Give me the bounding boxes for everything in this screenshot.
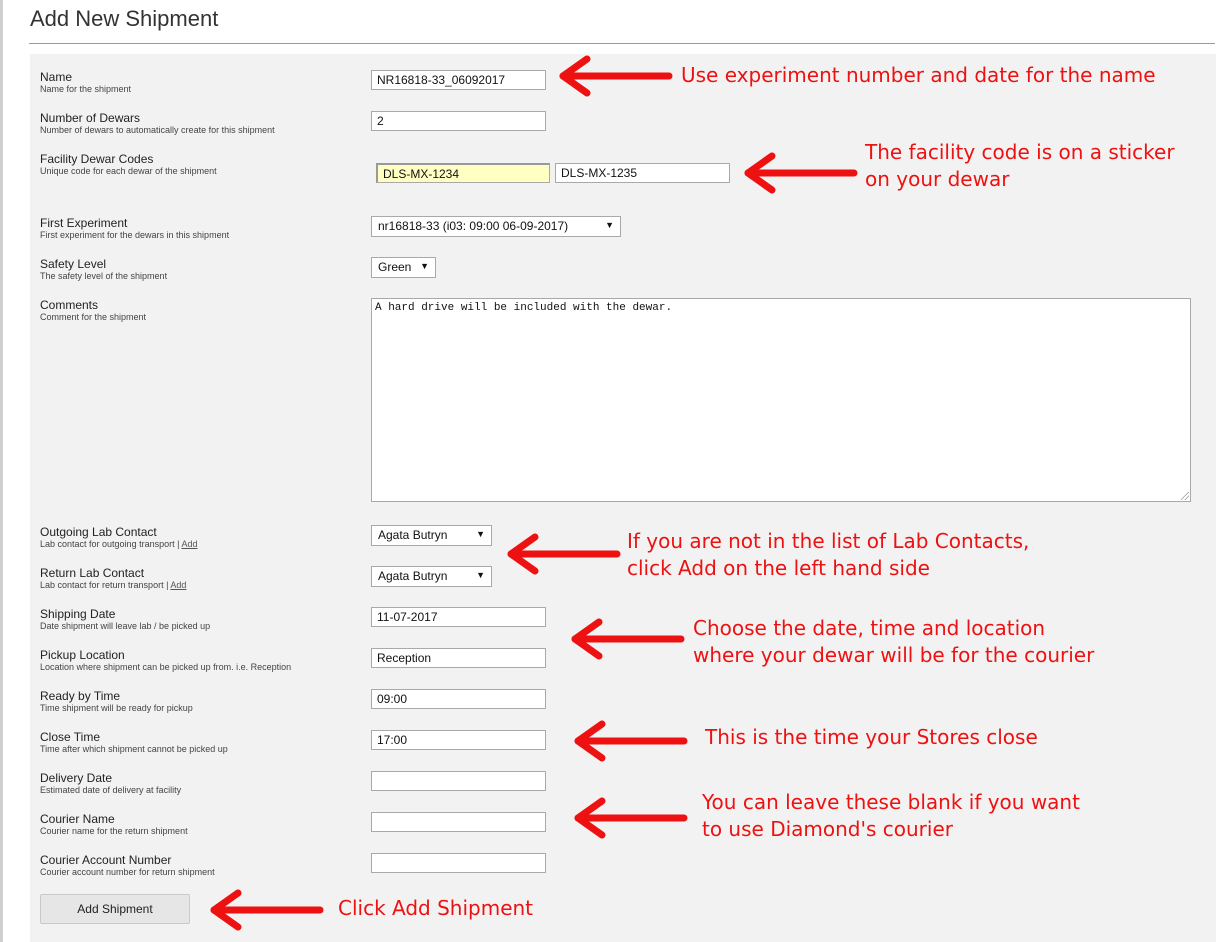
return-contact-row: Return Lab Contact Lab contact for retur… bbox=[40, 566, 186, 591]
add-shipment-button[interactable]: Add Shipment bbox=[40, 894, 190, 924]
field-help: Lab contact for outgoing transport | Add bbox=[40, 539, 198, 549]
annotation-name: Use experiment number and date for the n… bbox=[681, 63, 1156, 87]
facility-codes-row: Facility Dewar Codes Unique code for eac… bbox=[40, 152, 217, 177]
shipping-date-input[interactable]: 11-07-2017 bbox=[371, 607, 546, 627]
field-label: Name bbox=[40, 70, 73, 84]
field-label: Outgoing Lab Contact bbox=[40, 525, 157, 539]
outgoing-contact-row: Outgoing Lab Contact Lab contact for out… bbox=[40, 525, 197, 550]
arrow-left-icon bbox=[507, 533, 621, 575]
annotation-shipping-line-1: Choose the date, time and location bbox=[693, 616, 1046, 640]
courier-account-row: Courier Account Number Courier account n… bbox=[40, 853, 215, 878]
field-label: Courier Account Number bbox=[40, 853, 172, 867]
field-label: Facility Dewar Codes bbox=[40, 152, 154, 166]
arrow-left-icon bbox=[574, 720, 688, 762]
safety-row: Safety Level The safety level of the shi… bbox=[40, 257, 167, 282]
field-help: Estimated date of delivery at facility bbox=[40, 785, 182, 795]
field-label: Shipping Date bbox=[40, 607, 116, 621]
field-help: Location where shipment can be picked up… bbox=[40, 662, 292, 672]
annotation-facility-line-1: The facility code is on a sticker bbox=[865, 140, 1175, 164]
dropdown-arrow-icon: ▼ bbox=[476, 529, 485, 539]
annotation-shipping-line-2: where your dewar will be for the courier bbox=[693, 643, 1095, 667]
shipping-date-row: Shipping Date Date shipment will leave l… bbox=[40, 607, 210, 632]
facility-code-input-2[interactable]: DLS-MX-1235 bbox=[555, 163, 730, 183]
window-left-border bbox=[0, 0, 3, 942]
field-help: Courier name for the return shipment bbox=[40, 826, 188, 836]
field-help: Date shipment will leave lab / be picked… bbox=[40, 621, 211, 631]
annotation-close-time: This is the time your Stores close bbox=[705, 725, 1038, 749]
safety-level-select[interactable]: Green ▼ bbox=[371, 257, 436, 278]
courier-account-input[interactable] bbox=[371, 853, 546, 873]
pickup-location-input[interactable]: Reception bbox=[371, 648, 546, 668]
name-input[interactable]: NR16818-33_06092017 bbox=[371, 70, 546, 90]
field-help: Time after which shipment cannot be pick… bbox=[40, 744, 228, 754]
field-help: The safety level of the shipment bbox=[40, 271, 168, 281]
courier-name-row: Courier Name Courier name for the return… bbox=[40, 812, 188, 837]
field-label: Pickup Location bbox=[40, 648, 125, 662]
return-contact-select[interactable]: Agata Butryn ▼ bbox=[371, 566, 492, 587]
dropdown-arrow-icon: ▼ bbox=[605, 220, 614, 230]
arrow-left-icon bbox=[210, 889, 324, 931]
annotation-submit: Click Add Shipment bbox=[338, 896, 534, 920]
first-experiment-value: nr16818-33 (i03: 09:00 06-09-2017) bbox=[378, 219, 569, 233]
name-row: Name Name for the shipment bbox=[40, 70, 131, 95]
field-label: Comments bbox=[40, 298, 99, 312]
dewars-row: Number of Dewars Number of dewars to aut… bbox=[40, 111, 275, 136]
annotation-courier-line-1: You can leave these blank if you want bbox=[702, 790, 1080, 814]
delivery-date-row: Delivery Date Estimated date of delivery… bbox=[40, 771, 181, 796]
field-help: Time shipment will be ready for pickup bbox=[40, 703, 193, 713]
dropdown-arrow-icon: ▼ bbox=[476, 570, 485, 580]
close-time-row: Close Time Time after which shipment can… bbox=[40, 730, 228, 755]
field-help: Comment for the shipment bbox=[40, 312, 147, 322]
field-help: Name for the shipment bbox=[40, 84, 132, 94]
field-label: Delivery Date bbox=[40, 771, 113, 785]
field-help: First experiment for the dewars in this … bbox=[40, 230, 230, 240]
field-help: Lab contact for return transport | Add bbox=[40, 580, 187, 590]
comments-textarea[interactable]: A hard drive will be included with the d… bbox=[371, 298, 1191, 502]
field-label: Safety Level bbox=[40, 257, 107, 271]
close-time-input[interactable]: 17:00 bbox=[371, 730, 546, 750]
add-return-contact-link[interactable]: Add bbox=[170, 580, 186, 590]
add-outgoing-contact-link[interactable]: Add bbox=[181, 539, 197, 549]
annotation-facility-line-2: on your dewar bbox=[865, 167, 1010, 191]
field-help: Unique code for each dewar of the shipme… bbox=[40, 166, 217, 176]
facility-code-input-1[interactable]: DLS-MX-1234 bbox=[376, 163, 550, 183]
courier-name-input[interactable] bbox=[371, 812, 546, 832]
dewars-input[interactable]: 2 bbox=[371, 111, 546, 131]
safety-level-value: Green bbox=[378, 260, 412, 274]
page-title: Add New Shipment bbox=[30, 6, 219, 31]
field-label: First Experiment bbox=[40, 216, 128, 230]
field-label: Ready by Time bbox=[40, 689, 121, 703]
outgoing-contact-select[interactable]: Agata Butryn ▼ bbox=[371, 525, 492, 546]
return-contact-value: Agata Butryn bbox=[378, 569, 448, 583]
delivery-date-input[interactable] bbox=[371, 771, 546, 791]
annotation-contacts-line-1: If you are not in the list of Lab Contac… bbox=[627, 529, 1030, 553]
field-label: Close Time bbox=[40, 730, 101, 744]
outgoing-contact-value: Agata Butryn bbox=[378, 528, 448, 542]
annotation-contacts-line-2: click Add on the left hand side bbox=[627, 556, 930, 580]
title-divider bbox=[29, 43, 1215, 44]
field-label: Number of Dewars bbox=[40, 111, 141, 125]
comments-row: Comments Comment for the shipment bbox=[40, 298, 146, 323]
ready-time-row: Ready by Time Time shipment will be read… bbox=[40, 689, 193, 714]
ready-time-input[interactable]: 09:00 bbox=[371, 689, 546, 709]
comments-text: A hard drive will be included with the d… bbox=[375, 302, 673, 314]
dropdown-arrow-icon: ▼ bbox=[420, 261, 429, 271]
annotation-courier-line-2: to use Diamond's courier bbox=[702, 817, 953, 841]
resize-handle-icon[interactable] bbox=[1181, 492, 1189, 500]
first-experiment-select[interactable]: nr16818-33 (i03: 09:00 06-09-2017) ▼ bbox=[371, 216, 621, 237]
field-label: Return Lab Contact bbox=[40, 566, 145, 580]
field-label: Courier Name bbox=[40, 812, 115, 826]
arrow-left-icon bbox=[574, 797, 688, 839]
arrow-left-icon bbox=[571, 618, 685, 660]
first-experiment-row: First Experiment First experiment for th… bbox=[40, 216, 229, 241]
field-help: Courier account number for return shipme… bbox=[40, 867, 215, 877]
arrow-left-icon bbox=[559, 55, 673, 97]
field-help: Number of dewars to automatically create… bbox=[40, 125, 275, 135]
arrow-left-icon bbox=[744, 152, 858, 194]
pickup-location-row: Pickup Location Location where shipment … bbox=[40, 648, 291, 673]
